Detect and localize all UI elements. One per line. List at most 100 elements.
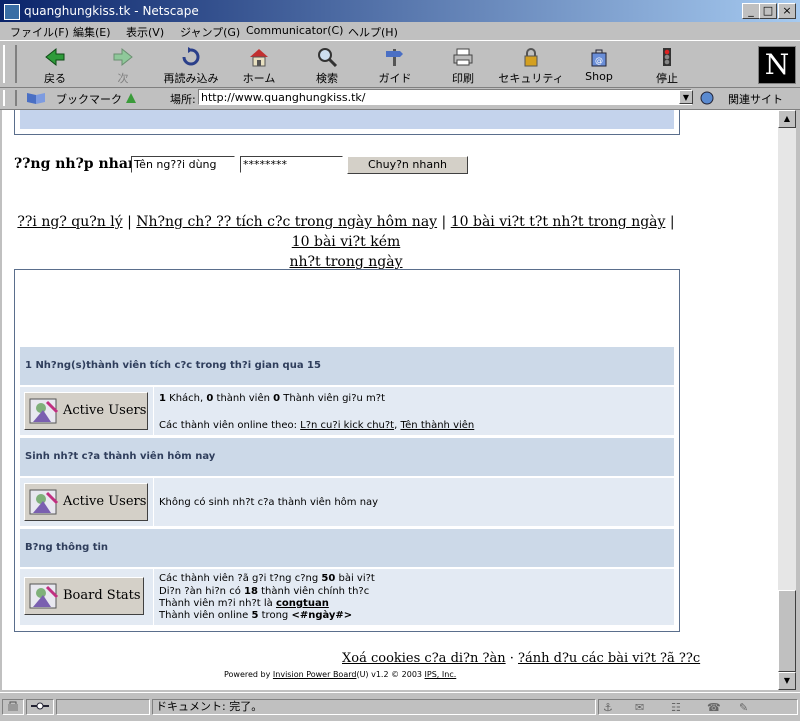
guide-button[interactable]: ガイド — [362, 45, 428, 85]
menu-edit[interactable]: 編集(E) — [73, 24, 111, 40]
mark-all-read-link[interactable]: ?ánh d?u các bài vi?t ?ã ??c — [518, 651, 700, 666]
invision-link[interactable]: Invision Power Board — [273, 670, 357, 679]
quick-login-button[interactable]: Chuy?n nhanh — [347, 156, 468, 174]
stats-posts-suffix: bài vi?t — [335, 573, 375, 584]
newest-member-link[interactable]: congtuan — [276, 598, 329, 609]
board-stats-panel: 1 Nh?ng(s)thành viên tích c?c trong th?i… — [14, 269, 680, 632]
scroll-down-button[interactable]: ▼ — [778, 672, 796, 690]
netscape-logo[interactable]: N — [758, 46, 796, 84]
stop-traffic-light-icon — [663, 48, 671, 66]
navigator-icon[interactable]: ⚓ — [603, 701, 613, 715]
menu-help[interactable]: ヘルプ(H) — [348, 24, 398, 40]
link-moderating-team[interactable]: ??i ng? qu?n lý — [17, 214, 122, 230]
shopping-bag-icon: @ — [591, 49, 607, 67]
address-book-icon[interactable]: ☎ — [707, 701, 721, 715]
sort-member-name-link[interactable]: Tên thành viên — [400, 420, 474, 431]
search-button[interactable]: 検索 — [294, 45, 360, 85]
maximize-button[interactable]: □ — [759, 3, 777, 19]
link-worst-posts-part2: nh?t trong ngày — [289, 254, 403, 270]
back-button[interactable]: 戻る — [22, 45, 88, 85]
ips-link[interactable]: IPS, Inc. — [425, 670, 457, 679]
stats-newest-label: Thành viên m?i nh?t là — [159, 598, 276, 609]
sort-last-click-link[interactable]: L?n cu?i kick chu?t — [300, 420, 394, 431]
stop-button[interactable]: 停止 — [634, 45, 700, 85]
security-status-icon[interactable] — [2, 699, 24, 715]
stop-label: 停止 — [656, 72, 678, 85]
quick-login-label: ??ng nh?p nhanh — [14, 156, 149, 172]
page-proxy-icon[interactable] — [124, 91, 138, 108]
shop-label: Shop — [585, 70, 613, 83]
link-worst-posts[interactable]: 10 bài vi?t kém nh?t trong ngày — [289, 234, 402, 270]
active-users-icon-cell: Active Users — [20, 387, 154, 435]
window-title: quanghungkiss.tk - Netscape — [24, 4, 199, 18]
vertical-scrollbar[interactable]: ▲ ▼ — [778, 110, 796, 690]
url-field[interactable]: http://www.quanghungkiss.tk/ — [198, 89, 692, 105]
birthday-text: Không có sinh nh?t c?a thành viên hôm na… — [159, 497, 379, 508]
username-field[interactable]: Tên ng??i dùng — [131, 156, 235, 173]
component-bar: ⚓ ✉ ☷ ☎ ✎ — [598, 699, 798, 715]
board-stats-row: Board Stats Các thành viên ?ã g?i t?ng c… — [20, 569, 674, 625]
related-sites-button[interactable]: 関連サイト — [728, 91, 783, 107]
mail-icon[interactable]: ✉ — [635, 701, 644, 715]
stats-members-count: 18 — [244, 586, 258, 597]
scroll-thumb[interactable] — [778, 590, 796, 672]
menu-bar: ファイル(F) 編集(E) 表示(V) ジャンプ(G) Communicator… — [0, 22, 800, 40]
delete-cookies-link[interactable]: Xoá cookies c?a di?n ?àn — [342, 651, 506, 666]
composer-icon[interactable]: ✎ — [739, 701, 748, 715]
security-button[interactable]: セキュリティ — [498, 45, 564, 85]
close-button[interactable]: × — [778, 3, 796, 19]
link-worst-posts-part1: 10 bài vi?t kém — [291, 234, 401, 250]
shop-button[interactable]: @ Shop — [566, 45, 632, 85]
minimize-button[interactable]: _ — [742, 3, 760, 19]
board-stats-button-label: Board Stats — [63, 588, 141, 603]
online-sort-label: Các thành viên online theo: — [159, 420, 301, 431]
back-arrow-icon — [45, 47, 65, 67]
navigation-toolbar: 戻る 次 再読み込み ホーム 検索 ガイド 印刷 セキュリティ @ Shop 停… — [0, 40, 800, 88]
location-grip[interactable] — [3, 90, 17, 106]
bookmarks-button[interactable]: ブックマーク — [56, 91, 122, 107]
home-label: ホーム — [242, 72, 276, 85]
location-label: 場所: — [170, 93, 196, 106]
newsgroup-icon[interactable]: ☷ — [671, 701, 681, 715]
printer-icon — [453, 48, 473, 66]
print-button[interactable]: 印刷 — [430, 45, 496, 85]
board-stats-button: Board Stats — [24, 577, 144, 615]
reload-icon — [182, 47, 200, 66]
search-icon — [318, 48, 338, 67]
stats-online-placeholder: <#ngày#> — [291, 610, 353, 621]
progress-bar — [56, 699, 150, 715]
board-info-title: B?ng thông tin — [25, 542, 109, 553]
scroll-up-button[interactable]: ▲ — [778, 110, 796, 128]
active-users-row: Active Users 1 Khách, 0 thành viên 0 Thà… — [20, 387, 674, 435]
status-bar: ドキュメント: 完了。 ⚓ ✉ ☷ ☎ ✎ — [0, 692, 800, 721]
birthday-active-users-button: Active Users — [24, 483, 148, 521]
active-users-summary: 1 Khách, 0 thành viên 0 Thành viên gi?u … — [159, 393, 385, 405]
forward-label: 次 — [117, 72, 129, 85]
url-dropdown-button[interactable]: ▼ — [679, 90, 693, 104]
menu-communicator[interactable]: Communicator(C) — [246, 24, 343, 37]
link-top-posts[interactable]: 10 bài vi?t t?t nh?t trong ngày — [451, 214, 666, 230]
toolbar-grip[interactable] — [3, 45, 17, 83]
powered-by: Powered by Invision Power Board(U) v1.2 … — [224, 670, 456, 679]
window-title-bar: quanghungkiss.tk - Netscape _ □ × — [0, 0, 800, 22]
guest-label: Khách, — [165, 393, 207, 404]
related-sites-icon — [700, 91, 718, 108]
menu-go[interactable]: ジャンプ(G) — [180, 24, 240, 40]
netscape-app-icon — [4, 4, 20, 20]
link-separator: | — [127, 214, 132, 230]
search-label: 検索 — [316, 72, 338, 85]
reload-button[interactable]: 再読み込み — [158, 45, 224, 85]
password-field[interactable]: ******** — [240, 156, 343, 173]
page-content: ??ng nh?p nhanh Tên ng??i dùng ******** … — [2, 110, 778, 690]
menu-file[interactable]: ファイル(F) — [10, 24, 69, 40]
birthday-header: Sinh nh?t c?a thành viên hôm nay — [20, 438, 674, 476]
user-pencil-icon — [29, 583, 59, 609]
stats-online-line: Thành viên online 5 trong <#ngày#> — [159, 610, 352, 622]
powered-by-label: Powered by — [224, 670, 273, 679]
link-active-topics[interactable]: Nh?ng ch? ?? tích c?c trong ngày hôm nay — [136, 214, 437, 230]
home-button[interactable]: ホーム — [226, 45, 292, 85]
menu-view[interactable]: 表示(V) — [126, 24, 164, 40]
lock-icon — [524, 48, 538, 67]
stats-members-line: Di?n ?àn hi?n có 18 thành viên chính th?… — [159, 586, 369, 598]
forward-button[interactable]: 次 — [90, 45, 156, 85]
